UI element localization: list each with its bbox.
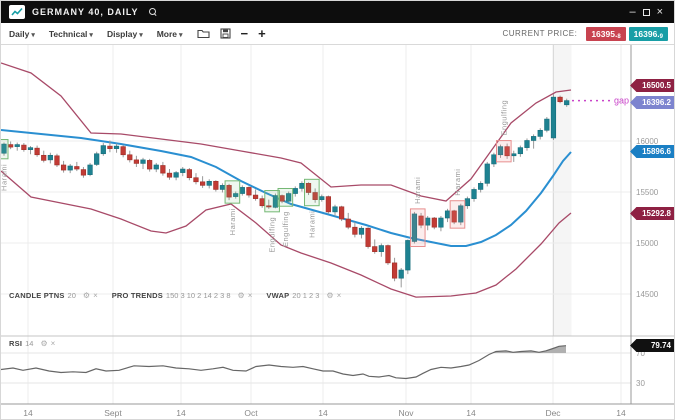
chart-window: GERMANY 40, DAILY – × Daily▾ Technical▾ … <box>0 0 675 420</box>
save-icon[interactable] <box>220 28 231 39</box>
chart-toolbar: Daily▾ Technical▾ Display▾ More▾ − + CUR… <box>1 23 675 45</box>
close-icon[interactable]: × <box>93 291 98 300</box>
indicator-chip-candle-ptns: CANDLE PTNS 20 ⚙ × <box>9 291 98 300</box>
title-bar: GERMANY 40, DAILY – × <box>1 1 675 23</box>
current-price-label: CURRENT PRICE: <box>502 29 577 38</box>
menu-more[interactable]: More▾ <box>157 29 183 39</box>
chevron-down-icon: ▾ <box>89 32 93 39</box>
indicator-chip-row: CANDLE PTNS 20 ⚙ × PRO TRENDS 150 3 10 2… <box>9 291 355 300</box>
minimize-button[interactable]: – <box>624 1 640 23</box>
close-icon[interactable]: × <box>337 291 342 300</box>
time-axis-drag-area[interactable] <box>1 404 675 420</box>
indicator-chip-rsi: RSI 14 ⚙ × <box>9 339 55 348</box>
sell-price-badge[interactable]: 16395.8 <box>586 27 625 41</box>
indicator-chip-vwap: VWAP 20 1 2 3 ⚙ × <box>266 291 341 300</box>
rsi-chip-row: RSI 14 ⚙ × <box>9 339 69 348</box>
rsi-value-badge: 79.74 <box>630 339 675 352</box>
rsi-surface[interactable] <box>1 336 631 404</box>
menu-technical[interactable]: Technical▾ <box>49 29 93 39</box>
gear-icon[interactable]: ⚙ <box>238 291 245 300</box>
menu-timeframe[interactable]: Daily▾ <box>9 29 35 39</box>
price-level-badge: 15292.8 <box>630 207 675 220</box>
close-icon[interactable]: × <box>51 339 56 348</box>
app-logo-icon <box>9 5 25 19</box>
close-icon[interactable]: × <box>248 291 253 300</box>
instrument-title: GERMANY 40, DAILY <box>32 7 139 17</box>
popout-icon[interactable] <box>643 9 650 16</box>
indicator-chip-pro-trends: PRO TRENDS 150 3 10 2 14 2 3 8 ⚙ × <box>112 291 253 300</box>
chart-svg: HaramiHaramiEngulfingEngulfingHaramiHara… <box>1 45 675 420</box>
chart-area: HaramiHaramiEngulfingEngulfingHaramiHara… <box>1 45 675 420</box>
search-icon[interactable] <box>149 8 157 16</box>
gear-icon[interactable]: ⚙ <box>83 291 90 300</box>
gear-icon[interactable]: ⚙ <box>326 291 333 300</box>
chevron-down-icon: ▾ <box>31 32 35 39</box>
chevron-down-icon: ▾ <box>139 32 143 39</box>
open-folder-icon[interactable] <box>197 28 210 39</box>
buy-price-badge[interactable]: 16396.9 <box>629 27 668 41</box>
price-level-badge: 16500.5 <box>630 79 675 92</box>
zoom-in-button[interactable]: + <box>258 24 266 44</box>
gear-icon[interactable]: ⚙ <box>40 339 47 348</box>
zoom-out-button[interactable]: − <box>241 24 249 44</box>
chevron-down-icon: ▾ <box>179 32 183 39</box>
menu-display[interactable]: Display▾ <box>107 29 143 39</box>
price-level-badge: 16396.2 <box>630 96 675 109</box>
close-button[interactable]: × <box>652 1 668 23</box>
price-level-badge: 15896.6 <box>630 145 675 158</box>
